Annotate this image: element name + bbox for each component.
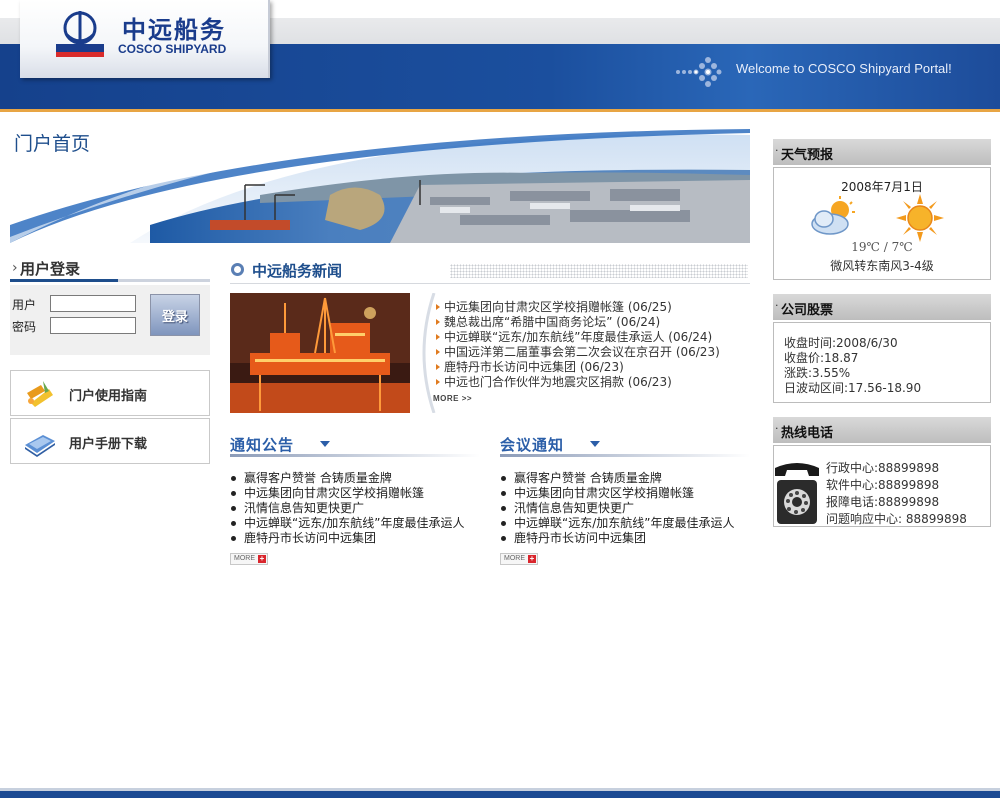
meeting-divider [500,454,750,457]
header: 中远船务 COSCO SHIPYARD Welcome to COSCO Shi… [0,0,1000,112]
login-title-text: 用户登录 [20,260,81,278]
weather-header: · 天气预报 [773,139,991,165]
welcome-text: Welcome to COSCO Shipyard Portal! [736,61,952,76]
news-more-link[interactable]: MORE >> [433,394,472,403]
signpost-icon [27,381,53,407]
meeting-item[interactable]: 中远蝉联“远东/加东航线”年度最佳承运人 [500,516,750,531]
cloud-sun-icon [811,196,855,235]
weather-panel: 2008年7月1日 19℃ / 7℃ 微风转东南风3-4级 [773,167,991,280]
weather-title: 天气预报 [781,148,834,163]
news-item[interactable]: 中远集团向甘肃灾区学校捐赠帐篷 (06/25) [436,300,746,315]
notice-item[interactable]: 中远蝉联“远东/加东航线”年度最佳承运人 [230,516,480,531]
news-item[interactable]: 中远蝉联“远东/加东航线”年度最佳承运人 (06/24) [436,330,746,345]
notice-more-label: MORE [234,555,255,562]
stock-range: 日波动区间:17.56-18.90 [784,381,922,395]
dropdown-triangle-icon[interactable] [320,441,330,447]
meeting-item[interactable]: 鹿特丹市长访问中远集团 [500,531,750,546]
news-list: 中远集团向甘肃灾区学校捐赠帐篷 (06/25) 魏总裁出席“希腊中国商务论坛” … [436,300,746,390]
meeting-item[interactable]: 中远集团向甘肃灾区学校捐赠帐篷 [500,486,750,501]
book-icon [25,435,55,457]
news-title: 中远船务新闻 [252,262,343,280]
stock-title: 公司股票 [781,303,834,318]
password-label: 密码 [12,320,37,334]
meeting-more-label: MORE [504,555,525,562]
news-item[interactable]: 鹿特丹市长访问中远集团 (06/23) [436,360,746,375]
weather-temperature: 19℃ / 7℃ [851,240,913,254]
meeting-title: 会议通知 [500,436,565,454]
hotline-header: · 热线电话 [773,417,991,443]
weather-description: 微风转东南风3-4级 [830,259,934,273]
bullet-arrow-icon: · [775,144,779,157]
news-item[interactable]: 中国远洋第二届董事会第二次会议在京召开 (06/23) [436,345,746,360]
hotline-title: 热线电话 [781,426,834,441]
notice-list: 赢得客户赞誉 合铸质量金牌 中远集团向甘肃灾区学校捐赠帐篷 汛情信息告知更快更广… [230,471,480,546]
login-title-bar-light [118,279,210,282]
notice-item[interactable]: 汛情信息告知更快更广 [230,501,480,516]
phone-fault: 报障电话:88899898 [826,495,940,509]
meeting-header: 会议通知 [500,432,750,458]
bullet-arrow-icon: · [775,422,779,435]
news-divider [230,283,750,284]
notice-item[interactable]: 赢得客户赞誉 合铸质量金牌 [230,471,480,486]
footer-band [0,788,1000,798]
password-input[interactable] [50,317,136,334]
meeting-item[interactable]: 汛情信息告知更快更广 [500,501,750,516]
plus-icon: + [258,554,266,563]
news-header: 中远船务新闻 [230,258,750,284]
manual-download-link[interactable]: 用户手册下载 [10,418,210,464]
login-panel: 用户 密码 登录 [10,285,210,355]
news-item[interactable]: 中远也门合作伙伴为地震灾区捐款 (06/23) [436,375,746,390]
stock-panel: 收盘时间:2008/6/30 收盘价:18.87 涨跌:3.55% 日波动区间:… [773,322,991,403]
login-title: › 用户登录 [10,258,210,284]
news-item[interactable]: 魏总裁出席“希腊中国商务论坛” (06/24) [436,315,746,330]
phone-software: 软件中心:88899898 [826,478,940,492]
phone-admin: 行政中心:88899898 [826,461,940,475]
username-input[interactable] [50,295,136,312]
header-orange-line [0,109,1000,112]
notice-item[interactable]: 中远集团向甘肃灾区学校捐赠帐篷 [230,486,480,501]
bullet-arrow-icon: · [775,299,779,312]
circle-bullet-icon [231,263,244,276]
chevron-right-icon: › [12,260,18,276]
notice-divider [230,454,480,457]
oil-rig-image [230,293,410,413]
plus-icon: + [528,554,536,563]
login-title-bar [10,279,118,282]
news-photo[interactable] [230,293,410,413]
meeting-list: 赢得客户赞誉 合铸质量金牌 中远集团向甘肃灾区学校捐赠帐篷 汛情信息告知更快更广… [500,471,750,546]
dropdown-triangle-icon[interactable] [590,441,600,447]
dot-arrow-icon [676,57,722,87]
telephone-icon [775,463,819,524]
page-title: 门户首页 [14,133,91,155]
notice-more-button[interactable]: MORE + [230,553,268,565]
dotted-pattern [450,264,748,278]
notice-title: 通知公告 [230,436,295,454]
notice-header: 通知公告 [230,432,480,458]
logo-cn-text: 中远船务 [122,16,226,44]
guide-link[interactable]: 门户使用指南 [10,370,210,416]
login-button[interactable]: 登录 [150,294,200,336]
site-logo[interactable]: 中远船务 COSCO SHIPYARD [20,0,270,78]
meeting-item[interactable]: 赢得客户赞誉 合铸质量金牌 [500,471,750,486]
phone-response: 问题响应中心: 88899898 [826,512,967,526]
guide-link-label: 门户使用指南 [69,389,148,404]
meeting-more-button[interactable]: MORE + [500,553,538,565]
banner: 门户首页 [10,125,750,243]
sun-icon [896,194,944,242]
weather-date: 2008年7月1日 [841,180,923,194]
username-label: 用户 [12,298,37,312]
stock-header: · 公司股票 [773,294,991,320]
cosco-emblem-icon [56,11,104,57]
shipyard-panorama [10,125,750,243]
hotline-panel: 行政中心:88899898 软件中心:88899898 报障电话:8889989… [773,445,991,527]
logo-en-text: COSCO SHIPYARD [118,42,227,56]
manual-link-label: 用户手册下载 [69,437,148,452]
notice-item[interactable]: 鹿特丹市长访问中远集团 [230,531,480,546]
